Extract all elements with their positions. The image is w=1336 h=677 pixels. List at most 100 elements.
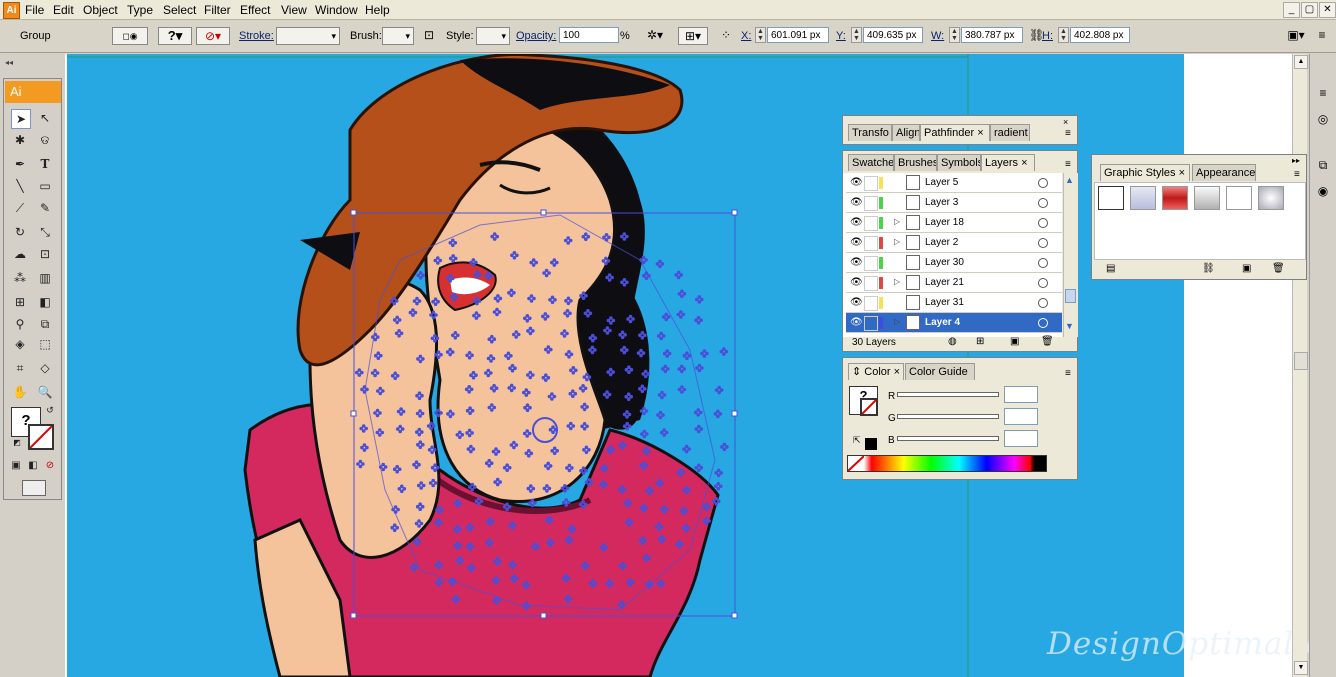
align-options-icon[interactable]: ⊞▾ xyxy=(678,27,708,45)
lock-toggle[interactable] xyxy=(864,176,878,191)
panel-menu-icon[interactable]: ≡ xyxy=(1065,159,1071,170)
paintbrush-tool-icon[interactable]: ⟋ xyxy=(11,199,29,217)
expand-triangle-icon[interactable]: ▷ xyxy=(894,237,900,246)
b-value-field[interactable] xyxy=(1004,430,1038,447)
recolor-artwork-icon[interactable]: ✲▾ xyxy=(640,27,670,45)
menu-select[interactable]: Select xyxy=(163,3,196,17)
tab-pathfinder[interactable]: Pathfinder × xyxy=(920,124,990,141)
graphic-style-2[interactable] xyxy=(1130,186,1156,210)
scroll-up-arrow-icon[interactable]: ▲ xyxy=(1065,175,1074,185)
w-label[interactable]: W: xyxy=(931,30,944,42)
transparency-panel-icon[interactable]: ◎ xyxy=(1315,112,1331,128)
tab-swatches[interactable]: Swatche xyxy=(848,154,894,171)
minimize-button[interactable]: _ xyxy=(1283,2,1300,18)
layers-scrollbar[interactable]: ▲ ▼ xyxy=(1063,173,1078,337)
out-of-gamut-icon[interactable]: ⇱ xyxy=(853,435,861,446)
eyedropper-tool-icon[interactable]: ⚲ xyxy=(11,315,29,333)
stroke-weight-dropdown[interactable]: ▾ xyxy=(276,27,340,45)
close-button[interactable]: ✕ xyxy=(1319,2,1336,18)
w-spinner[interactable]: ▲ ▼ xyxy=(949,27,960,43)
rectangle-tool-icon[interactable]: ▭ xyxy=(36,177,54,195)
target-circle-icon[interactable] xyxy=(1038,278,1048,288)
menu-effect[interactable]: Effect xyxy=(240,3,270,17)
new-graphic-style-icon[interactable]: ▣ xyxy=(1242,263,1251,274)
x-label[interactable]: X: xyxy=(741,30,751,42)
h-spinner[interactable]: ▲ ▼ xyxy=(1058,27,1069,43)
warp-tool-icon[interactable]: ☁ xyxy=(11,245,29,263)
target-circle-icon[interactable] xyxy=(1038,178,1048,188)
lock-toggle[interactable] xyxy=(864,256,878,271)
close-tab-icon[interactable]: × xyxy=(894,366,900,378)
visibility-eye-icon[interactable]: 👁 xyxy=(850,317,863,328)
appearance-panel-icon[interactable]: ◉ xyxy=(1315,184,1331,200)
direct-selection-tool-icon[interactable]: ↖ xyxy=(36,109,54,127)
line-tool-icon[interactable]: ╲ xyxy=(11,177,29,195)
restore-button[interactable]: ▢ xyxy=(1301,2,1318,18)
layer-row[interactable]: 👁 ▷ Layer 18 xyxy=(846,213,1062,233)
scroll-down-arrow-icon[interactable]: ▼ xyxy=(1294,661,1308,675)
tab-color-guide[interactable]: Color Guide xyxy=(905,363,975,380)
panel-close-icon[interactable]: × xyxy=(1063,117,1068,127)
lock-toggle[interactable] xyxy=(864,276,878,291)
pencil-tool-icon[interactable]: ✎ xyxy=(36,199,54,217)
crop-area-tool-icon[interactable]: ⌗ xyxy=(11,359,29,377)
b-slider[interactable] xyxy=(897,436,999,441)
h-field[interactable]: 402.808 px xyxy=(1070,27,1130,43)
tab-appearance[interactable]: Appearance xyxy=(1192,164,1256,181)
r-slider[interactable] xyxy=(897,392,999,397)
tab-graphic-styles[interactable]: Graphic Styles × xyxy=(1100,164,1190,181)
live-paint-selection-tool-icon[interactable]: ⬚ xyxy=(36,335,54,353)
symbol-sprayer-tool-icon[interactable]: ⁂ xyxy=(11,269,29,287)
visibility-eye-icon[interactable]: 👁 xyxy=(850,177,863,188)
control-menu-icon[interactable]: ≡ xyxy=(1314,27,1330,45)
column-graph-tool-icon[interactable]: ▥ xyxy=(36,269,54,287)
tab-align[interactable]: Align xyxy=(892,124,920,141)
delete-graphic-style-icon[interactable]: 🗑 xyxy=(1272,263,1285,274)
h-label[interactable]: H: xyxy=(1042,30,1053,42)
graphic-style-3[interactable] xyxy=(1162,186,1188,210)
layer-row[interactable]: 👁 Layer 30 xyxy=(846,253,1062,273)
selection-tool-icon[interactable]: ➤ xyxy=(11,109,31,129)
style-dropdown[interactable]: ▾ xyxy=(476,27,510,45)
color-spectrum[interactable] xyxy=(847,455,1047,472)
target-circle-icon[interactable] xyxy=(1038,218,1048,228)
y-spinner[interactable]: ▲ ▼ xyxy=(851,27,862,43)
tab-symbols[interactable]: Symbols xyxy=(937,154,981,171)
reference-point-icon[interactable]: ⁘ xyxy=(716,27,736,45)
panel-menu-icon[interactable]: ≡ xyxy=(1294,169,1300,180)
delete-layer-icon[interactable]: 🗑 xyxy=(1041,336,1054,347)
rotate-tool-icon[interactable]: ↻ xyxy=(11,223,29,241)
visibility-eye-icon[interactable]: 👁 xyxy=(850,237,863,248)
scroll-down-arrow-icon[interactable]: ▼ xyxy=(1065,321,1074,331)
close-tab-icon[interactable]: × xyxy=(1179,167,1185,179)
graphic-style-5[interactable] xyxy=(1226,186,1252,210)
collapse-panel-icon[interactable]: ▸▸ xyxy=(1292,156,1300,165)
gradient-tool-icon[interactable]: ◧ xyxy=(36,293,54,311)
make-clipping-mask-icon[interactable]: ◍ xyxy=(948,336,957,347)
visibility-eye-icon[interactable]: 👁 xyxy=(850,257,863,268)
panel-menu-icon[interactable]: ≡ xyxy=(1065,368,1071,379)
fill-color-dropdown[interactable]: ?▾ xyxy=(158,27,192,45)
style-libraries-menu-icon[interactable]: ▤ xyxy=(1106,263,1115,274)
menu-view[interactable]: View xyxy=(281,3,307,17)
lock-toggle[interactable] xyxy=(864,316,878,331)
new-layer-icon[interactable]: ▣ xyxy=(1010,336,1019,347)
menu-filter[interactable]: Filter xyxy=(204,3,231,17)
x-field[interactable]: 601.091 px xyxy=(767,27,829,43)
visibility-eye-icon[interactable]: 👁 xyxy=(850,197,863,208)
tab-color[interactable]: ⇕ Color × xyxy=(848,363,904,380)
symbols-panel-icon[interactable]: ⧉ xyxy=(1315,158,1331,174)
scroll-thumb[interactable] xyxy=(1294,352,1308,370)
stroke-color-box[interactable] xyxy=(860,398,878,416)
none-mode-icon[interactable]: ⊘ xyxy=(43,459,57,473)
menu-help[interactable]: Help xyxy=(365,3,390,17)
graphic-style-6[interactable] xyxy=(1258,186,1284,210)
free-transform-tool-icon[interactable]: ⊡ xyxy=(36,245,54,263)
layer-row[interactable]: 👁 ▷ Layer 2 xyxy=(846,233,1062,253)
menu-edit[interactable]: Edit xyxy=(53,3,74,17)
create-sublayer-icon[interactable]: ⊞ xyxy=(976,336,984,347)
screen-mode-button[interactable] xyxy=(22,480,46,496)
visibility-eye-icon[interactable]: 👁 xyxy=(850,277,863,288)
g-slider[interactable] xyxy=(897,414,999,419)
expand-triangle-icon[interactable]: ▷ xyxy=(894,317,900,326)
